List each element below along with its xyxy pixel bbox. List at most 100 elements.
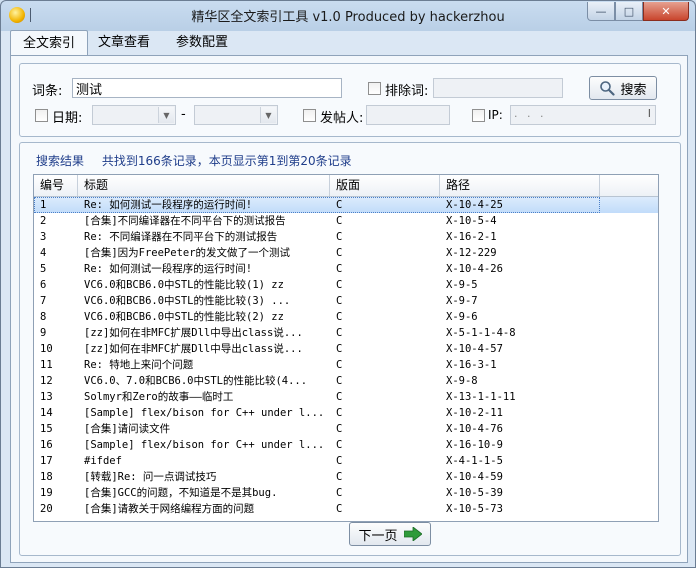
search-criteria-group: 词条: 排除词: 搜索 日期: ▼ - ▼ 发帖人: xyxy=(19,63,681,137)
table-row[interactable]: 8 VC6.0和BCB6.0中STL的性能比较(2) zz C X-9-6 xyxy=(34,309,658,325)
maximize-button[interactable]: □ xyxy=(615,2,643,21)
cell-path: X-16-10-9 xyxy=(446,439,503,451)
cell-title: [合集]GCC的问题，不知道是不是其bug. xyxy=(84,487,278,499)
minimize-button[interactable]: — xyxy=(587,2,615,21)
ip-checkbox[interactable] xyxy=(472,109,485,122)
column-header-path[interactable]: 路径 xyxy=(440,175,600,196)
cell-board: C xyxy=(336,423,343,435)
table-row[interactable]: 1 Re: 如何测试一段程序的运行时间! C X-10-4-25 xyxy=(34,197,658,213)
cell-path: X-16-2-1 xyxy=(446,231,497,243)
cell-title: VC6.0和BCB6.0中STL的性能比较(3) ... xyxy=(84,295,291,307)
cell-id: 17 xyxy=(40,455,53,467)
table-row[interactable]: 14 [Sample] flex/bison for C++ under l...… xyxy=(34,405,658,421)
ip-label: IP: xyxy=(488,108,503,122)
table-row[interactable]: 9 [zz]如何在非MFC扩展Dll中导出class说... C X-5-1-1-4-… xyxy=(34,325,658,341)
cell-title: VC6.0和BCB6.0中STL的性能比较(2) zz xyxy=(84,311,284,323)
cell-board: C xyxy=(336,439,343,451)
cell-id: 6 xyxy=(40,279,47,291)
tab-article-view[interactable]: 文章查看 xyxy=(90,32,158,54)
table-row[interactable]: 11 Re: 特地上来问个问题 C X-16-3-1 xyxy=(34,357,658,373)
cell-id: 11 xyxy=(40,359,53,371)
results-table[interactable]: 编号 标题 版面 路径 1 Re: 如何测试一段程序的运行时间! C X-10-4-2… xyxy=(33,174,659,522)
cell-title: Re: 如何测试一段程序的运行时间! xyxy=(84,263,253,275)
table-header: 编号 标题 版面 路径 xyxy=(34,175,658,197)
table-row[interactable]: 12 VC6.0、7.0和BCB6.0中STL的性能比较(4... C X-9-8 xyxy=(34,373,658,389)
chevron-down-icon[interactable]: ▼ xyxy=(158,107,174,123)
keyword-label: 词条: xyxy=(32,84,63,99)
cell-board: C xyxy=(336,327,343,339)
tab-fulltext-index[interactable]: 全文索引 xyxy=(10,30,88,57)
cell-board: C xyxy=(336,359,343,371)
exclude-input[interactable] xyxy=(433,78,563,98)
cell-board: C xyxy=(336,471,343,483)
table-row[interactable]: 19 [合集]GCC的问题，不知道是不是其bug. C X-10-5-39 xyxy=(34,485,658,501)
table-row[interactable]: 4 [合集]因为FreePeter的发文做了一个测试 C X-12-229 xyxy=(34,245,658,261)
cell-path: X-13-1-1-11 xyxy=(446,391,516,403)
cell-board: C xyxy=(336,311,343,323)
cell-path: X-9-5 xyxy=(446,279,478,291)
cell-path: X-10-4-26 xyxy=(446,263,503,275)
column-header-title[interactable]: 标题 xyxy=(78,175,330,196)
close-button[interactable]: ✕ xyxy=(643,2,689,21)
table-row[interactable]: 15 [合集]请问读文件 C X-10-4-76 xyxy=(34,421,658,437)
exclude-label: 排除词: xyxy=(385,84,429,99)
ip-input[interactable]: . . . I xyxy=(510,105,656,125)
column-header-id[interactable]: 编号 xyxy=(34,175,78,196)
column-header-board[interactable]: 版面 xyxy=(330,175,440,196)
cell-board: C xyxy=(336,487,343,499)
next-page-button[interactable]: 下一页 xyxy=(349,522,431,546)
cell-id: 7 xyxy=(40,295,47,307)
cell-board: C xyxy=(336,295,343,307)
search-button-label: 搜索 xyxy=(620,82,647,98)
table-row[interactable]: 2 [合集]不同编译器在不同平台下的测试报告 C X-10-5-4 xyxy=(34,213,658,229)
keyword-input[interactable] xyxy=(72,78,342,98)
table-row[interactable]: 18 [转载]Re: 问一点调试技巧 C X-10-4-59 xyxy=(34,469,658,485)
date-label: 日期: xyxy=(52,111,83,126)
results-count-text: 共找到166条记录，本页显示第1到第20条记录 xyxy=(101,154,352,168)
cell-id: 20 xyxy=(40,503,53,515)
table-row[interactable]: 5 Re: 如何测试一段程序的运行时间! C X-10-4-26 xyxy=(34,261,658,277)
tab-content: 词条: 排除词: 搜索 日期: ▼ - ▼ 发帖人: xyxy=(10,55,688,563)
cell-id: 4 xyxy=(40,247,47,259)
poster-checkbox[interactable] xyxy=(303,109,316,122)
cell-title: VC6.0、7.0和BCB6.0中STL的性能比较(4... xyxy=(84,375,308,387)
cell-board: C xyxy=(336,375,343,387)
date-separator: - xyxy=(181,107,186,122)
date-from-picker[interactable]: ▼ xyxy=(92,105,176,125)
chevron-down-icon[interactable]: ▼ xyxy=(260,107,276,123)
date-to-picker[interactable]: ▼ xyxy=(194,105,278,125)
cell-path: X-4-1-1-5 xyxy=(446,455,503,467)
cell-board: C xyxy=(336,215,343,227)
cell-board: C xyxy=(336,247,343,259)
cell-title: [转载]Re: 问一点调试技巧 xyxy=(84,471,217,483)
poster-input[interactable] xyxy=(366,105,450,125)
cell-title: [Sample] flex/bison for C++ under l... xyxy=(84,439,325,451)
table-row[interactable]: 10 [zz]如何在非MFC扩展Dll中导出class说... C X-10-4-57 xyxy=(34,341,658,357)
cell-board: C xyxy=(336,199,343,211)
cell-id: 14 xyxy=(40,407,53,419)
date-checkbox[interactable] xyxy=(35,109,48,122)
cell-title: [合集]请教关于网络编程方面的问题 xyxy=(84,503,255,515)
cell-board: C xyxy=(336,279,343,291)
table-row[interactable]: 20 [合集]请教关于网络编程方面的问题 C X-10-5-73 xyxy=(34,501,658,517)
cell-id: 3 xyxy=(40,231,47,243)
arrow-right-icon xyxy=(403,527,422,541)
cell-id: 5 xyxy=(40,263,47,275)
cell-path: X-10-5-73 xyxy=(446,503,503,515)
table-row[interactable]: 3 Re: 不同编译器在不同平台下的测试报告 C X-16-2-1 xyxy=(34,229,658,245)
cell-board: C xyxy=(336,407,343,419)
title-bar[interactable]: 精华区全文索引工具 v1.0 Produced by hackerzhou — … xyxy=(1,1,695,29)
tab-settings[interactable]: 参数配置 xyxy=(168,32,236,54)
cell-board: C xyxy=(336,231,343,243)
table-row[interactable]: 6 VC6.0和BCB6.0中STL的性能比较(1) zz C X-9-5 xyxy=(34,277,658,293)
exclude-checkbox[interactable] xyxy=(368,82,381,95)
poster-label: 发帖人: xyxy=(320,111,364,126)
table-row[interactable]: 7 VC6.0和BCB6.0中STL的性能比较(3) ... C X-9-7 xyxy=(34,293,658,309)
cell-path: X-9-6 xyxy=(446,311,478,323)
table-row[interactable]: 17 #ifdef C X-4-1-1-5 xyxy=(34,453,658,469)
table-row[interactable]: 16 [Sample] flex/bison for C++ under l...… xyxy=(34,437,658,453)
results-label: 搜索结果 xyxy=(36,154,85,168)
search-button[interactable]: 搜索 xyxy=(589,76,657,100)
table-row[interactable]: 13 Solmyr和Zero的故事——临时工 C X-13-1-1-11 xyxy=(34,389,658,405)
cell-title: [Sample] flex/bison for C++ under l... xyxy=(84,407,325,419)
